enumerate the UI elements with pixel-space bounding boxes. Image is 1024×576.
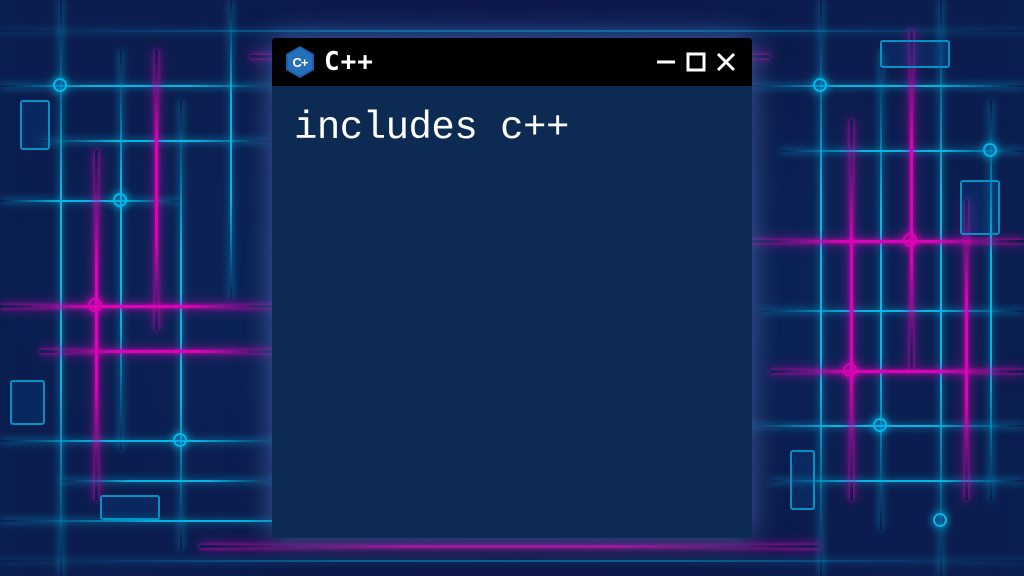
window-title: C++ (324, 47, 374, 77)
terminal-window: C+ C++ includes c++ (272, 38, 752, 538)
maximize-button[interactable] (684, 50, 708, 74)
window-controls (654, 50, 738, 74)
cpp-hexagon-icon: C+ (286, 46, 314, 78)
minimize-button[interactable] (654, 50, 678, 74)
terminal-body[interactable]: includes c++ (272, 86, 752, 538)
close-button[interactable] (714, 50, 738, 74)
title-bar[interactable]: C+ C++ (272, 38, 752, 86)
terminal-content: includes c++ (294, 106, 730, 150)
